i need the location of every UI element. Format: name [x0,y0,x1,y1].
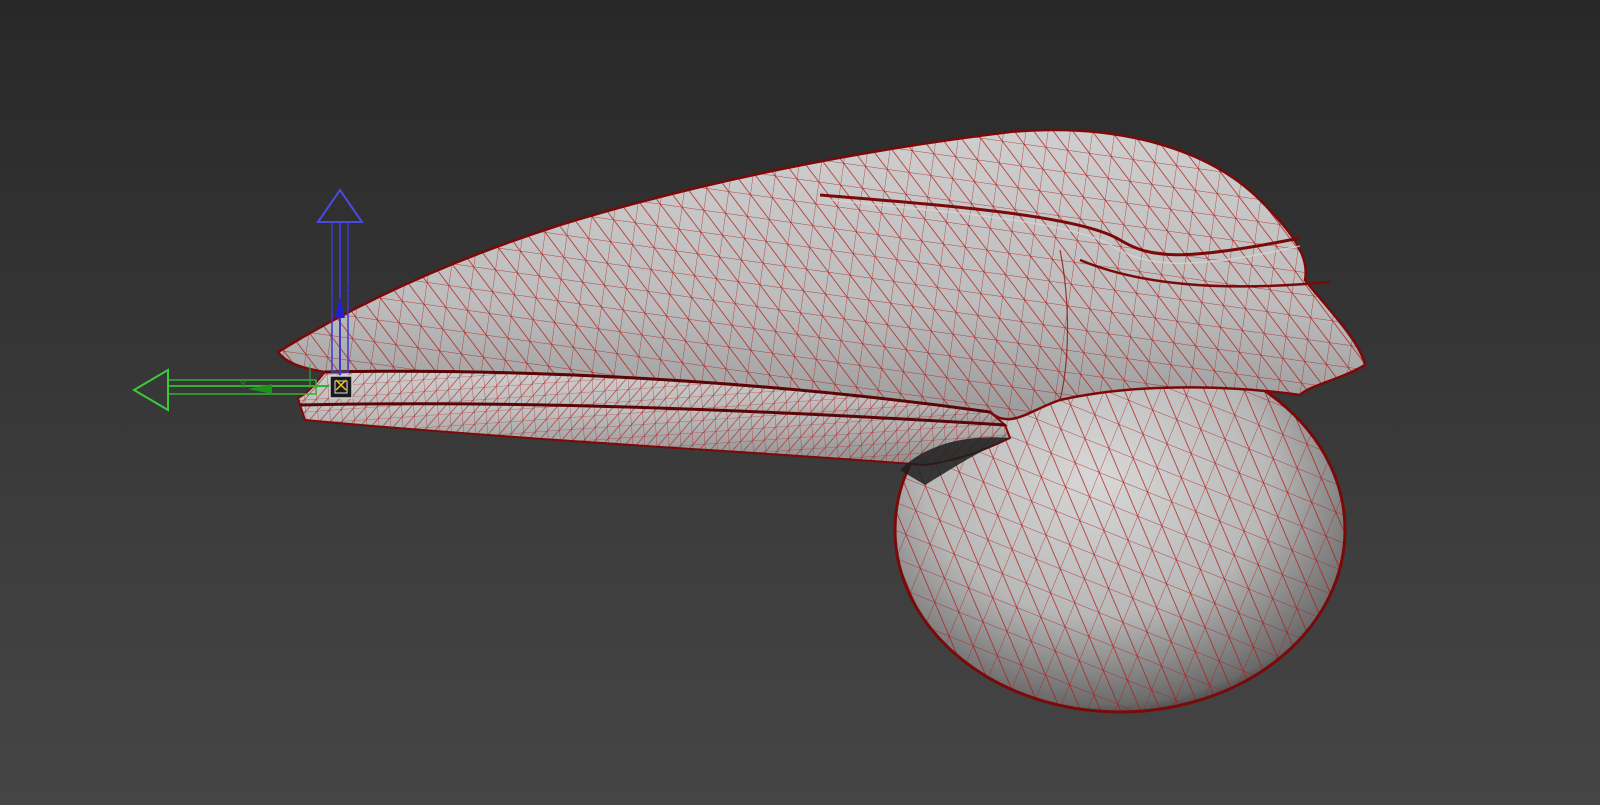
y-axis-label: Y [239,380,247,391]
3d-viewport[interactable]: Z Y [0,0,1600,805]
z-axis-label: Z [342,286,349,297]
viewport-canvas[interactable]: Z Y [0,0,1600,805]
